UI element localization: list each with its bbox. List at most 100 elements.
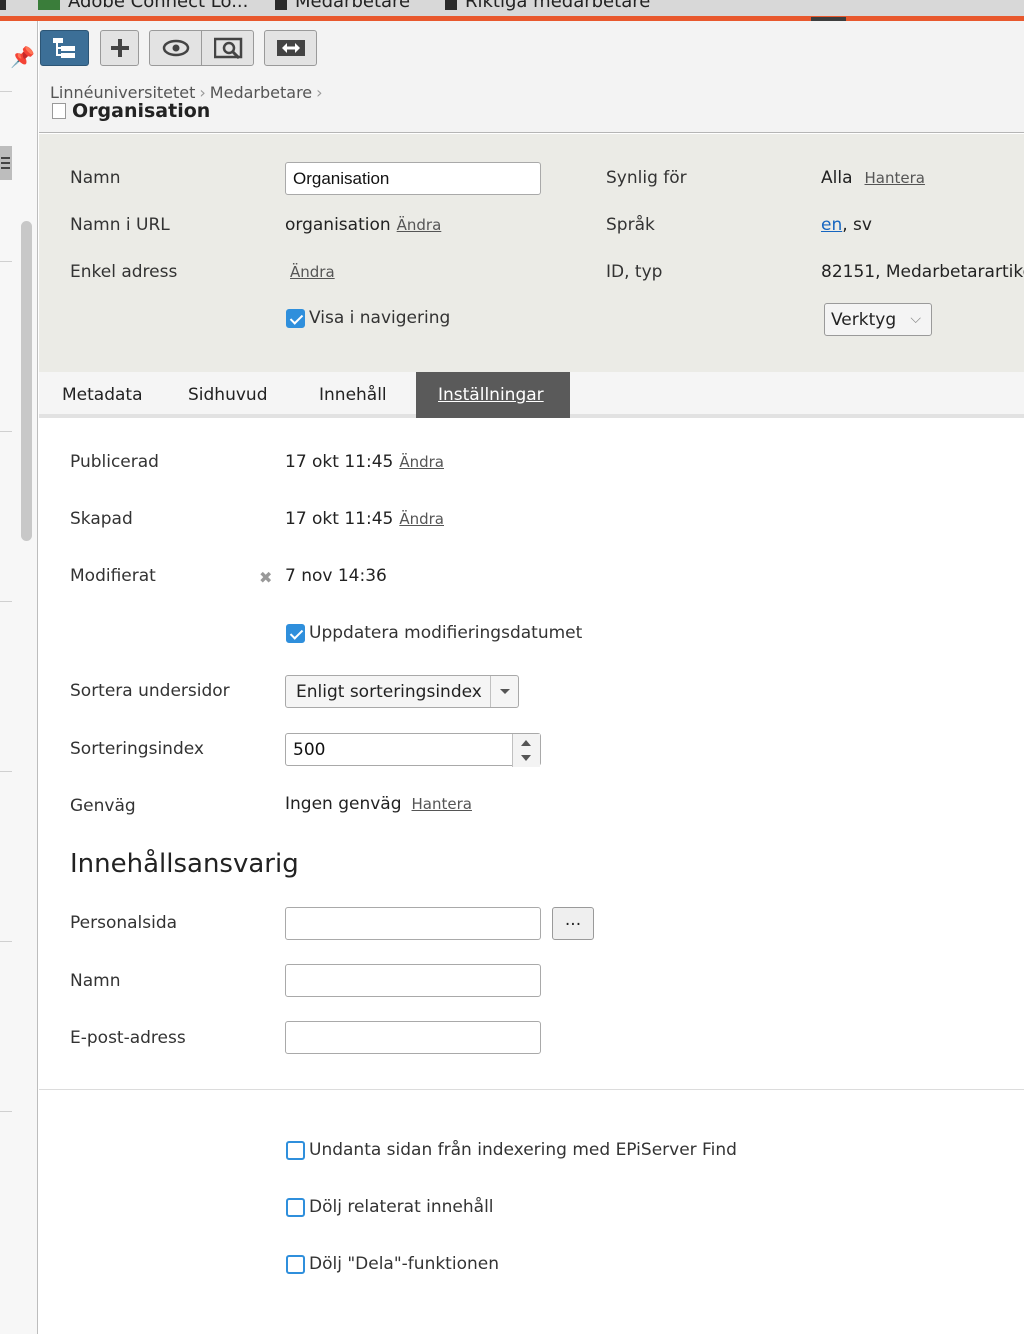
change-simple-address-link[interactable]: Ändra (290, 263, 335, 281)
change-created-link[interactable]: Ändra (399, 510, 444, 528)
preview-button[interactable] (150, 31, 202, 65)
hide-share-checkbox[interactable]: Dölj "Dela"-funktionen (286, 1254, 499, 1274)
name-label: Namn (70, 168, 121, 188)
sort-children-select[interactable]: Enligt sorteringsindex (285, 675, 519, 708)
created-date: 17 okt 11:45 (285, 509, 394, 529)
dropdown-arrow-icon (490, 676, 518, 707)
preview-icon (162, 39, 190, 57)
url-name-text: organisation (285, 215, 391, 235)
expand-icon (265, 31, 316, 65)
modified-label: Modifierat (70, 566, 156, 586)
expand-button[interactable] (264, 30, 317, 66)
tools-label: Verktyg (831, 310, 897, 330)
published-date: 17 okt 11:45 (285, 452, 394, 472)
staff-page-input[interactable] (285, 907, 541, 940)
divider (0, 91, 12, 92)
manage-shortcut-link[interactable]: Hantera (412, 795, 472, 813)
responsible-name-input[interactable] (285, 964, 541, 997)
update-modified-label: Uppdatera modifieringsdatumet (309, 623, 583, 643)
menu-icon[interactable] (0, 146, 12, 180)
url-name-label: Namn i URL (70, 215, 170, 235)
checkbox-icon[interactable] (286, 1254, 305, 1274)
published-value: 17 okt 11:45 Ändra (285, 452, 444, 472)
add-icon-svg (110, 39, 129, 57)
down-arrow[interactable] (521, 755, 531, 761)
spinner-arrows-icon[interactable] (512, 734, 540, 767)
browser-tab[interactable] (0, 0, 14, 12)
shortcut-label: Genväg (70, 796, 136, 816)
add-icon (101, 31, 138, 65)
divider (0, 431, 12, 432)
tab-label: Inställningar (438, 385, 544, 405)
change-url-link[interactable]: Ändra (397, 216, 442, 234)
window-icon (0, 0, 6, 10)
name-input[interactable] (285, 162, 541, 195)
sort-index-stepper[interactable]: 500 (285, 733, 541, 767)
divider (0, 261, 12, 262)
simple-address-value: Ändra (285, 262, 335, 282)
id-type-value: 82151, Medarbetarartikel (821, 262, 1024, 282)
sort-index-label: Sorteringsindex (70, 739, 204, 759)
browser-tab[interactable]: Adobe Connect Lo... (38, 0, 248, 12)
visible-for-value: Alla Hantera (821, 168, 925, 188)
chevron-down-icon: ⌵ (910, 311, 921, 327)
checkbox-icon[interactable] (286, 1140, 305, 1160)
language-other[interactable]: , sv (842, 215, 872, 235)
browse-button[interactable]: ... (552, 907, 594, 940)
visible-for-label: Synlig för (606, 168, 687, 188)
responsible-name-label: Namn (70, 971, 121, 991)
tab-sidhuvud[interactable]: Sidhuvud (166, 372, 289, 418)
compare-button[interactable] (203, 31, 255, 65)
browser-tab-label: Medarbetare (295, 0, 411, 12)
tab-label: Sidhuvud (188, 385, 268, 405)
simple-address-label: Enkel adress (70, 262, 178, 282)
pin-icon[interactable]: 📌 (10, 47, 35, 67)
unpin-icon[interactable]: ✖ (259, 568, 272, 587)
language-label: Språk (606, 215, 655, 235)
tab-label: Metadata (62, 385, 143, 405)
exclude-find-label: Undanta sidan från indexering med EPiSer… (309, 1140, 737, 1160)
button-separator (201, 30, 202, 66)
checkbox-checked-icon[interactable] (286, 623, 305, 643)
up-arrow[interactable] (521, 740, 531, 746)
tab-metadata[interactable]: Metadata (40, 372, 165, 418)
created-value: 17 okt 11:45 Ändra (285, 509, 444, 529)
browser-tab[interactable]: Medarbetare (275, 0, 410, 12)
visible-in-nav-label: Visa i navigering (309, 308, 451, 328)
left-dock: 📌 (0, 21, 38, 1334)
page-icon (275, 0, 287, 10)
checkbox-icon[interactable] (286, 1197, 305, 1217)
exclude-find-checkbox[interactable]: Undanta sidan från indexering med EPiSer… (286, 1140, 737, 1160)
sitetree-icon (41, 31, 88, 65)
tools-dropdown[interactable]: Verktyg ⌵ (824, 303, 932, 336)
add-button[interactable] (100, 30, 139, 66)
visible-in-nav-checkbox[interactable]: Visa i navigering (286, 308, 450, 328)
sort-children-value: Enligt sorteringsindex (296, 682, 482, 702)
browser-tab[interactable]: Riktiga medarbetare (445, 0, 650, 12)
breadcrumb-item[interactable]: Medarbetare (210, 83, 312, 102)
language-value: en, sv (821, 215, 872, 235)
modified-value: 7 nov 14:36 (285, 566, 387, 586)
published-label: Publicerad (70, 452, 159, 472)
staff-page-label: Personalsida (70, 913, 178, 933)
sitetree-button[interactable] (40, 30, 89, 66)
divider (0, 1111, 12, 1112)
email-field[interactable] (285, 1021, 541, 1054)
manage-access-link[interactable]: Hantera (865, 169, 925, 187)
update-modified-checkbox[interactable]: Uppdatera modifieringsdatumet (286, 623, 582, 643)
page-title-text: Organisation (72, 100, 211, 122)
url-name-value: organisation Ändra (285, 215, 441, 235)
chevron-right-icon: › (316, 83, 323, 102)
tab-innehall[interactable]: Innehåll (297, 372, 409, 418)
section-heading: Innehållsansvarig (70, 849, 299, 879)
change-published-link[interactable]: Ändra (399, 453, 444, 471)
tab-installningar[interactable]: Inställningar (416, 372, 570, 424)
hide-related-checkbox[interactable]: Dölj relaterat innehåll (286, 1197, 494, 1217)
checkbox-checked-icon[interactable] (286, 308, 305, 328)
browser-tab-label: Riktiga medarbetare (465, 0, 651, 12)
sort-index-value: 500 (293, 740, 326, 760)
language-link-en[interactable]: en (821, 215, 842, 235)
tab-bar: Metadata Sidhuvud Innehåll Inställningar (39, 372, 1024, 424)
page-title: Organisation (52, 100, 210, 122)
scrollbar[interactable] (21, 221, 32, 541)
